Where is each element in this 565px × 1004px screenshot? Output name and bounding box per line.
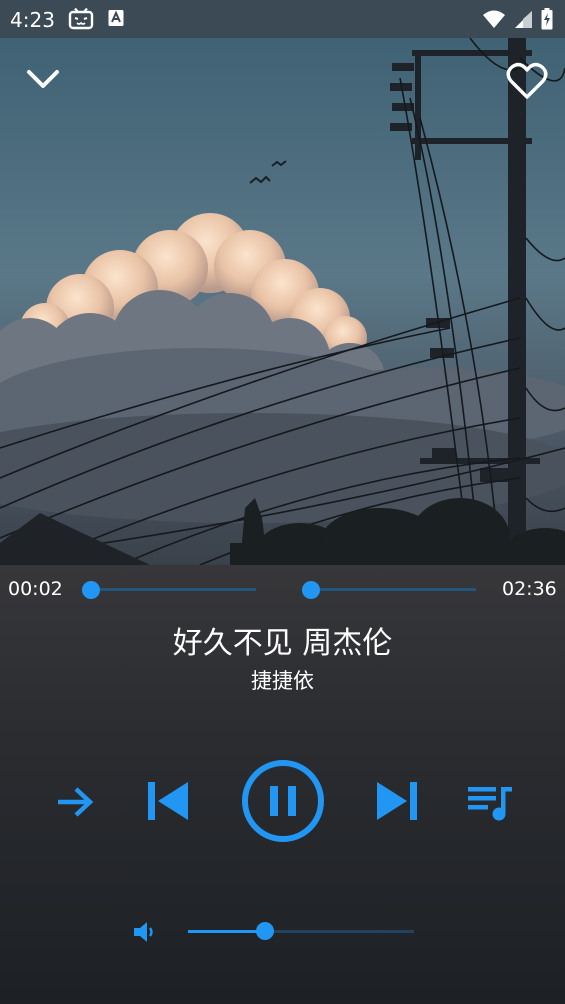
favorite-button[interactable]	[506, 62, 548, 104]
signal-icon	[513, 9, 533, 33]
keyboard-a-icon	[108, 8, 124, 32]
volume-slider[interactable]	[188, 930, 414, 933]
previous-button[interactable]	[146, 780, 190, 826]
artist-name: 捷捷依	[251, 669, 314, 693]
seek-thumb[interactable]	[82, 581, 100, 599]
next-icon	[375, 782, 419, 826]
pause-icon	[240, 760, 326, 848]
order-mode-icon	[54, 787, 96, 826]
playlist-icon	[466, 787, 514, 826]
previous-icon	[146, 782, 190, 826]
song-title: 好久不见 周杰伦	[172, 626, 393, 661]
order-mode-button[interactable]	[54, 782, 96, 826]
seek-bar-right[interactable]	[310, 588, 476, 591]
heart-outline-icon	[506, 62, 548, 104]
seek-thumb-secondary[interactable]	[302, 581, 320, 599]
volume-icon[interactable]	[132, 920, 158, 948]
next-button[interactable]	[375, 780, 419, 826]
battery-charging-icon	[541, 8, 553, 34]
status-time: 4:23	[10, 8, 55, 32]
status-bar: 4:23	[0, 0, 565, 38]
seek-bar-left[interactable]	[90, 588, 256, 591]
album-art	[0, 38, 565, 565]
volume-fill	[188, 930, 265, 933]
wifi-icon	[483, 9, 505, 33]
chevron-down-icon	[26, 70, 60, 94]
pause-button[interactable]	[240, 758, 326, 848]
elapsed-time: 00:02	[8, 578, 63, 600]
bilibili-icon	[68, 7, 94, 34]
collapse-button[interactable]	[26, 68, 60, 94]
playlist-button[interactable]	[466, 784, 514, 826]
volume-thumb[interactable]	[256, 922, 274, 940]
duration-time: 02:36	[502, 578, 557, 600]
